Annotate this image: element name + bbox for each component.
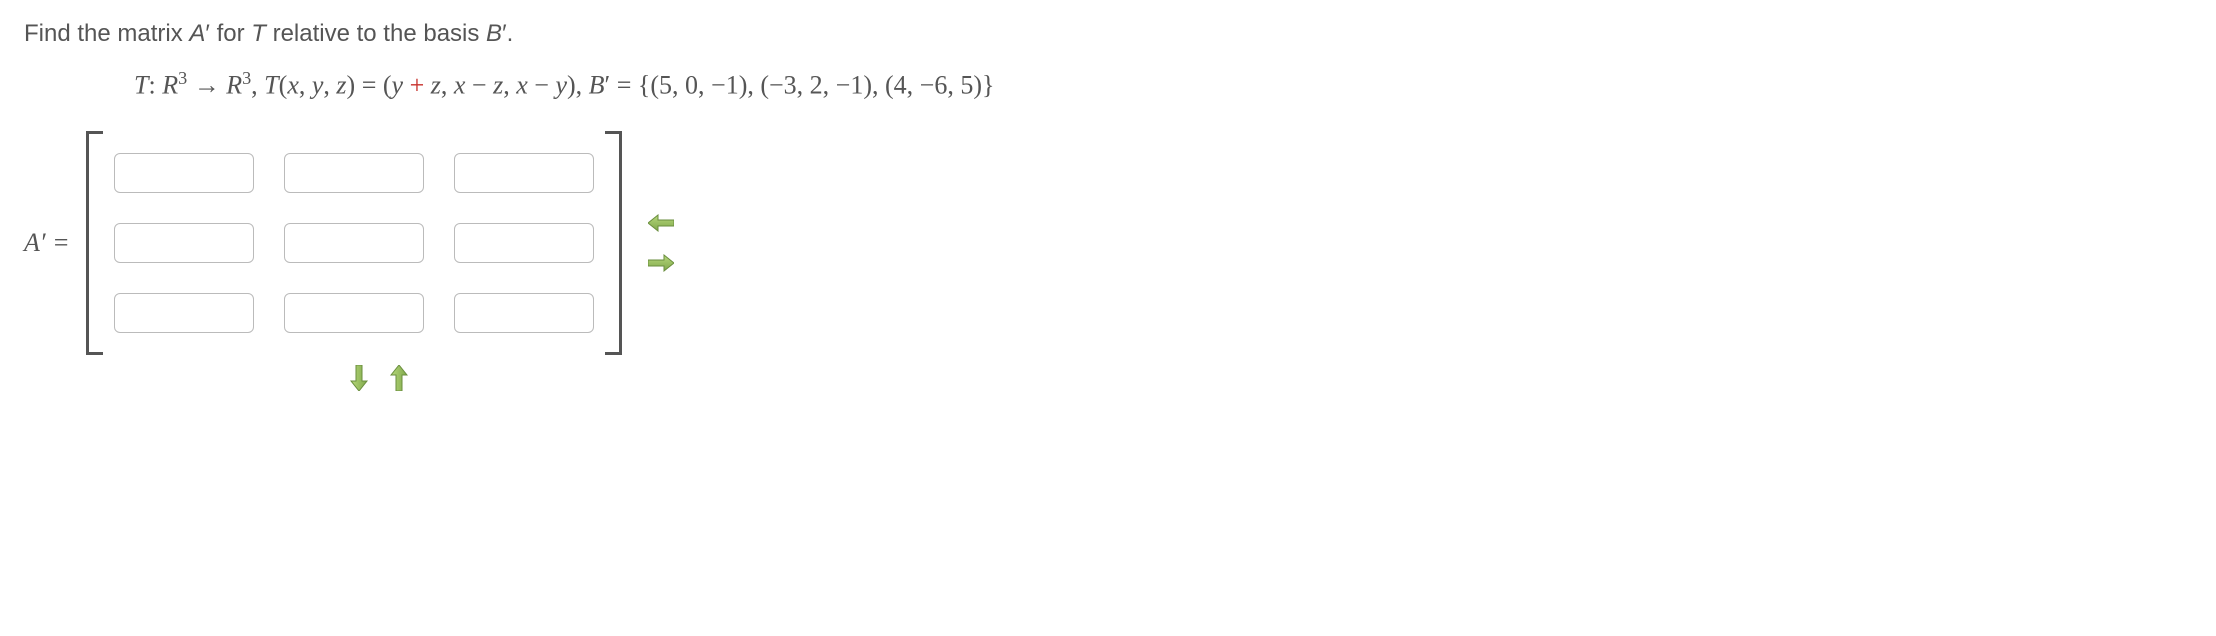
arrow-down-icon: [350, 365, 368, 391]
prompt-text: Find the matrix: [24, 20, 189, 47]
def-sup2: 3: [242, 68, 251, 88]
def-comma1: ,: [251, 71, 264, 100]
def-open: (: [279, 71, 288, 100]
def-c4: ,: [503, 71, 516, 100]
problem-definition: T: R3 → R3, T(x, y, z) = (y + z, x − z, …: [134, 68, 2192, 101]
def-y1: y: [312, 71, 324, 100]
prompt-var-b: B: [486, 20, 502, 47]
def-c2: ,: [323, 71, 336, 100]
def-close2: ),: [567, 71, 589, 100]
matrix-cell-1-1[interactable]: [284, 223, 424, 263]
add-column-button[interactable]: [646, 248, 676, 278]
matrix-cell-1-0[interactable]: [114, 223, 254, 263]
remove-row-button[interactable]: [384, 363, 414, 393]
prompt-post: .: [507, 20, 514, 47]
def-minus2: −: [528, 71, 556, 100]
def-c1: ,: [299, 71, 312, 100]
column-controls: [646, 208, 676, 278]
def-B: B: [589, 71, 605, 100]
answer-lhs: A′ =: [24, 228, 70, 258]
matrix-cell-0-0[interactable]: [114, 153, 254, 193]
def-colon: :: [148, 71, 162, 100]
def-plus: +: [403, 71, 431, 100]
question-prompt: Find the matrix A′ for T relative to the…: [24, 20, 2192, 48]
lhs-A: A: [24, 228, 40, 257]
def-arrow: →: [187, 71, 226, 100]
def-z1: z: [336, 71, 346, 100]
lhs-eq: =: [46, 228, 70, 257]
prompt-var-t: T: [251, 20, 266, 47]
arrow-up-icon: [390, 365, 408, 391]
matrix-cell-2-2[interactable]: [454, 293, 594, 333]
def-z3: z: [493, 71, 503, 100]
matrix-cell-2-1[interactable]: [284, 293, 424, 333]
def-y2: y: [392, 71, 404, 100]
matrix-grid: [103, 131, 605, 355]
arrow-right-icon: [648, 254, 674, 272]
prompt-var-a: A: [189, 20, 205, 47]
add-row-button[interactable]: [344, 363, 374, 393]
remove-column-button[interactable]: [646, 208, 676, 238]
bracket-left: [86, 131, 103, 355]
def-x2: x: [454, 71, 466, 100]
def-basis: = {(5, 0, −1), (−3, 2, −1), (4, −6, 5)}: [610, 71, 994, 100]
def-c3: ,: [441, 71, 454, 100]
def-z2: z: [431, 71, 441, 100]
def-eq: = (: [355, 71, 391, 100]
def-x3: x: [516, 71, 528, 100]
row-controls: [344, 363, 2192, 393]
matrix-cell-2-0[interactable]: [114, 293, 254, 333]
def-y3: y: [555, 71, 567, 100]
matrix-cell-0-1[interactable]: [284, 153, 424, 193]
prompt-mid2: relative to the basis: [266, 20, 486, 47]
arrow-left-icon: [648, 214, 674, 232]
def-close: ): [347, 71, 356, 100]
def-sup1: 3: [178, 68, 187, 88]
def-T: T: [134, 71, 148, 100]
def-x1: x: [287, 71, 299, 100]
answer-area: A′ =: [24, 131, 2192, 355]
def-R2: R: [226, 71, 242, 100]
matrix-cell-1-2[interactable]: [454, 223, 594, 263]
matrix-cell-0-2[interactable]: [454, 153, 594, 193]
def-Tx: T: [264, 71, 278, 100]
matrix-bracket: [86, 131, 622, 355]
def-R1: R: [162, 71, 178, 100]
bracket-right: [605, 131, 622, 355]
prompt-mid1: for: [210, 20, 251, 47]
def-minus1: −: [465, 71, 493, 100]
